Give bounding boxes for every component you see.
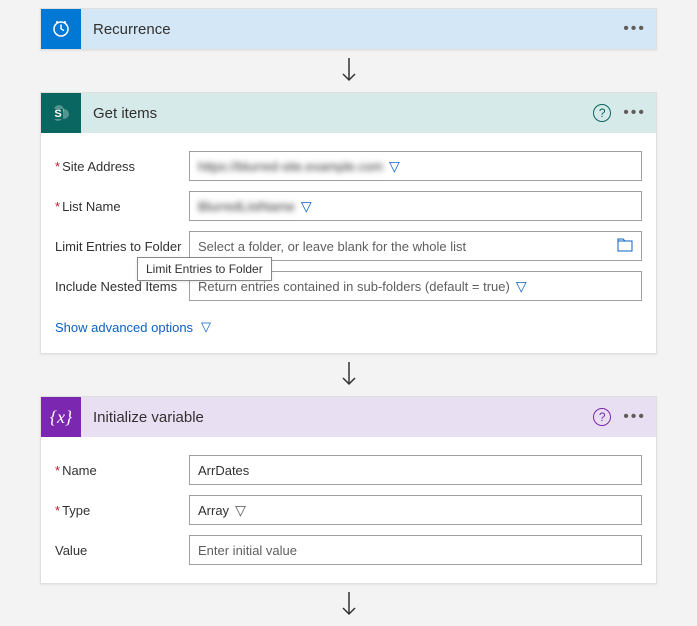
var-value-label: Value — [55, 543, 189, 558]
chevron-down-icon[interactable]: ▽ — [301, 198, 312, 215]
var-type-value: Array — [198, 503, 229, 518]
get-items-body: Site Address https://blurred-site.exampl… — [41, 133, 656, 353]
site-address-field[interactable]: https://blurred-site.example.com ▽ — [189, 151, 642, 181]
variable-icon: {x} — [41, 397, 81, 437]
recurrence-card: Recurrence ••• — [40, 8, 657, 50]
var-value-row: Value — [55, 535, 642, 565]
var-value-input[interactable] — [198, 543, 633, 558]
var-name-field[interactable] — [189, 455, 642, 485]
get-items-header[interactable]: S Get items ? ••• — [41, 93, 656, 133]
recurrence-title: Recurrence — [93, 21, 611, 38]
svg-text:S: S — [54, 108, 61, 120]
var-name-input[interactable] — [198, 463, 633, 478]
chevron-down-icon[interactable]: ▽ — [389, 158, 400, 175]
init-variable-title: Initialize variable — [93, 409, 581, 426]
chevron-down-icon: ▽ — [201, 319, 211, 335]
show-advanced-link[interactable]: Show advanced options ▽ — [55, 319, 642, 335]
site-address-label: Site Address — [55, 159, 189, 174]
get-items-title: Get items — [93, 105, 581, 122]
more-menu-icon[interactable]: ••• — [623, 105, 646, 121]
init-variable-card: {x} Initialize variable ? ••• Name Type … — [40, 396, 657, 584]
limit-folder-label: Limit Entries to Folder — [55, 239, 189, 254]
init-variable-header[interactable]: {x} Initialize variable ? ••• — [41, 397, 656, 437]
flow-arrow — [20, 584, 677, 626]
recurrence-header[interactable]: Recurrence ••• — [41, 9, 656, 49]
help-icon[interactable]: ? — [593, 408, 611, 426]
list-name-field[interactable]: BlurredListName ▽ — [189, 191, 642, 221]
clock-icon — [41, 9, 81, 49]
flow-arrow — [20, 354, 677, 396]
folder-picker-icon[interactable] — [617, 238, 633, 255]
chevron-down-icon[interactable]: ▽ — [235, 502, 246, 519]
var-type-field[interactable]: Array ▽ — [189, 495, 642, 525]
var-name-row: Name — [55, 455, 642, 485]
var-type-row: Type Array ▽ — [55, 495, 642, 525]
site-address-value: https://blurred-site.example.com — [198, 159, 383, 174]
get-items-card: S Get items ? ••• Site Address https://b… — [40, 92, 657, 354]
limit-folder-input[interactable] — [198, 239, 611, 254]
show-advanced-label: Show advanced options — [55, 320, 193, 335]
var-name-label: Name — [55, 463, 189, 478]
limit-folder-row: Limit Entries to Folder Limit Entries to… — [55, 231, 642, 261]
list-name-value: BlurredListName — [198, 199, 295, 214]
more-menu-icon[interactable]: ••• — [623, 409, 646, 425]
sharepoint-icon: S — [41, 93, 81, 133]
var-type-label: Type — [55, 503, 189, 518]
more-menu-icon[interactable]: ••• — [623, 21, 646, 37]
site-address-row: Site Address https://blurred-site.exampl… — [55, 151, 642, 181]
list-name-label: List Name — [55, 199, 189, 214]
tooltip: Limit Entries to Folder — [137, 257, 272, 281]
flow-arrow — [20, 50, 677, 92]
init-variable-body: Name Type Array ▽ Value — [41, 437, 656, 583]
list-name-row: List Name BlurredListName ▽ — [55, 191, 642, 221]
chevron-down-icon[interactable]: ▽ — [516, 278, 527, 295]
var-value-field[interactable] — [189, 535, 642, 565]
help-icon[interactable]: ? — [593, 104, 611, 122]
